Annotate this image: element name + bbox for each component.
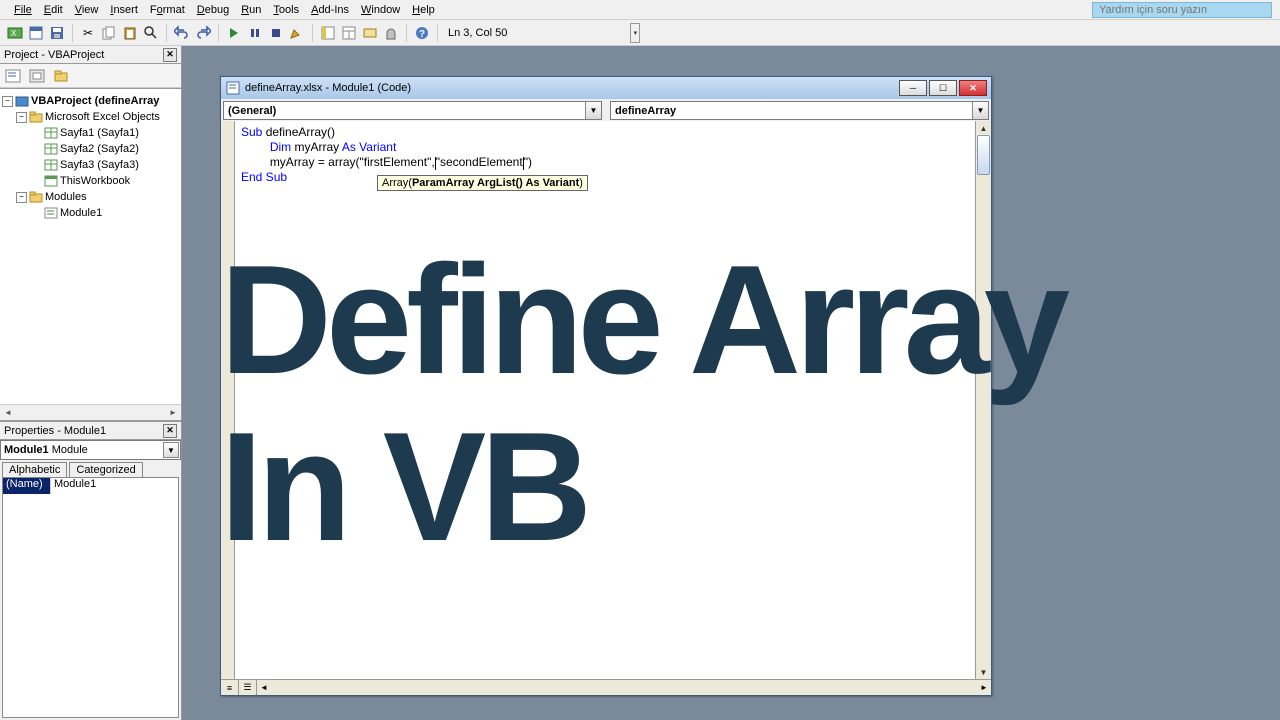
left-docking-pane: Project - VBAProject ✕ −VBAProject (defi… bbox=[0, 46, 182, 720]
copy-icon[interactable] bbox=[100, 24, 118, 42]
properties-panel-title: Properties - Module1 ✕ bbox=[0, 422, 181, 440]
project-panel-close-button[interactable]: ✕ bbox=[163, 48, 177, 62]
object-browser-icon[interactable] bbox=[361, 24, 379, 42]
menu-file[interactable]: File bbox=[8, 2, 38, 18]
toolbox-icon[interactable] bbox=[382, 24, 400, 42]
redo-icon[interactable] bbox=[194, 24, 212, 42]
project-explorer-icon[interactable] bbox=[319, 24, 337, 42]
property-value-cell[interactable]: Module1 bbox=[51, 478, 178, 494]
mdi-area: defineArray.xlsx - Module1 (Code) ─ ☐ ✕ … bbox=[182, 46, 1280, 720]
menu-format[interactable]: Format bbox=[144, 2, 191, 18]
chevron-down-icon[interactable]: ▼ bbox=[163, 442, 179, 458]
workbook-icon bbox=[44, 174, 58, 188]
svg-text:?: ? bbox=[419, 29, 425, 40]
tree-folder-excel-objects[interactable]: Microsoft Excel Objects bbox=[45, 111, 160, 123]
code-window-titlebar[interactable]: defineArray.xlsx - Module1 (Code) ─ ☐ ✕ bbox=[221, 77, 991, 99]
procedure-combo[interactable]: defineArray▼ bbox=[610, 101, 989, 120]
properties-tabs: Alphabetic Categorized bbox=[0, 460, 181, 477]
toolbar-overflow-button[interactable]: ▾ bbox=[630, 23, 640, 43]
project-toolbar bbox=[0, 64, 181, 88]
properties-panel: Properties - Module1 ✕ Module1 Module ▼ … bbox=[0, 420, 181, 720]
tree-folder-modules[interactable]: Modules bbox=[45, 191, 87, 203]
main-toolbar: X ✂ ? Ln 3, Col 50 ▾ bbox=[0, 20, 1280, 46]
help-icon[interactable]: ? bbox=[413, 24, 431, 42]
sheet-icon bbox=[44, 126, 58, 140]
module-icon bbox=[44, 206, 58, 220]
code-margin[interactable] bbox=[221, 121, 235, 679]
property-name-cell[interactable]: (Name) bbox=[3, 478, 51, 494]
tree-thisworkbook[interactable]: ThisWorkbook bbox=[60, 175, 130, 187]
tree-sheet3[interactable]: Sayfa3 (Sayfa3) bbox=[60, 159, 139, 171]
menu-run[interactable]: Run bbox=[235, 2, 267, 18]
tab-categorized[interactable]: Categorized bbox=[69, 462, 142, 477]
menu-insert[interactable]: Insert bbox=[104, 2, 144, 18]
menu-help[interactable]: Help bbox=[406, 2, 441, 18]
cursor-position-label: Ln 3, Col 50 bbox=[448, 27, 507, 39]
object-combo[interactable]: (General)▼ bbox=[223, 101, 602, 120]
properties-window-icon[interactable] bbox=[340, 24, 358, 42]
menu-tools[interactable]: Tools bbox=[267, 2, 305, 18]
project-icon bbox=[15, 94, 29, 108]
scrollbar-thumb[interactable] bbox=[977, 135, 990, 175]
code-window: defineArray.xlsx - Module1 (Code) ─ ☐ ✕ … bbox=[220, 76, 992, 696]
code-editor[interactable]: Sub defineArray() Dim myArray As Variant… bbox=[235, 121, 975, 679]
run-icon[interactable] bbox=[225, 24, 243, 42]
tree-sheet2[interactable]: Sayfa2 (Sayfa2) bbox=[60, 143, 139, 155]
menu-addins[interactable]: Add-Ins bbox=[305, 2, 355, 18]
sheet-icon bbox=[44, 142, 58, 156]
cut-icon[interactable]: ✂ bbox=[79, 24, 97, 42]
parameter-info-tooltip: Array(ParamArray ArgList() As Variant) bbox=[377, 175, 588, 191]
menu-bar: File Edit View Insert Format Debug Run T… bbox=[0, 0, 1280, 20]
folder-icon bbox=[29, 110, 43, 124]
design-mode-icon[interactable] bbox=[288, 24, 306, 42]
sheet-icon bbox=[44, 158, 58, 172]
toggle-folders-icon[interactable] bbox=[50, 66, 72, 86]
tree-sheet1[interactable]: Sayfa1 (Sayfa1) bbox=[60, 127, 139, 139]
view-code-icon[interactable] bbox=[2, 66, 24, 86]
undo-icon[interactable] bbox=[173, 24, 191, 42]
code-window-title-text: defineArray.xlsx - Module1 (Code) bbox=[245, 82, 411, 94]
full-module-view-button[interactable]: ☰ bbox=[239, 680, 257, 695]
properties-close-button[interactable]: ✕ bbox=[163, 424, 177, 438]
folder-icon bbox=[29, 190, 43, 204]
code-hscrollbar[interactable]: ◄► bbox=[257, 680, 991, 695]
procedure-view-button[interactable]: ≡ bbox=[221, 680, 239, 695]
menu-window[interactable]: Window bbox=[355, 2, 406, 18]
save-icon[interactable] bbox=[48, 24, 66, 42]
paste-icon[interactable] bbox=[121, 24, 139, 42]
maximize-button[interactable]: ☐ bbox=[929, 80, 957, 96]
help-search-input[interactable] bbox=[1092, 2, 1272, 18]
code-window-icon bbox=[225, 80, 241, 96]
svg-text:X: X bbox=[11, 29, 17, 38]
project-panel-title: Project - VBAProject ✕ bbox=[0, 46, 181, 64]
tab-alphabetic[interactable]: Alphabetic bbox=[2, 462, 67, 477]
reset-icon[interactable] bbox=[267, 24, 285, 42]
code-vscrollbar[interactable]: ▲ ▼ bbox=[975, 121, 991, 679]
project-hscrollbar[interactable]: ◄► bbox=[0, 404, 181, 420]
properties-grid[interactable]: (Name) Module1 bbox=[2, 477, 179, 718]
menu-view[interactable]: View bbox=[69, 2, 105, 18]
chevron-down-icon[interactable]: ▼ bbox=[585, 102, 601, 119]
project-panel-title-text: Project - VBAProject bbox=[4, 49, 104, 61]
properties-title-text: Properties - Module1 bbox=[4, 425, 106, 437]
close-button[interactable]: ✕ bbox=[959, 80, 987, 96]
insert-module-icon[interactable] bbox=[27, 24, 45, 42]
view-object-icon[interactable] bbox=[26, 66, 48, 86]
find-icon[interactable] bbox=[142, 24, 160, 42]
project-tree[interactable]: −VBAProject (defineArray −Microsoft Exce… bbox=[0, 88, 181, 404]
menu-edit[interactable]: Edit bbox=[38, 2, 69, 18]
tree-root-label[interactable]: VBAProject (defineArray bbox=[31, 95, 159, 107]
tree-module1[interactable]: Module1 bbox=[60, 207, 102, 219]
menu-debug[interactable]: Debug bbox=[191, 2, 235, 18]
properties-object-selector[interactable]: Module1 Module ▼ bbox=[0, 440, 181, 460]
chevron-down-icon[interactable]: ▼ bbox=[972, 102, 988, 119]
break-icon[interactable] bbox=[246, 24, 264, 42]
minimize-button[interactable]: ─ bbox=[899, 80, 927, 96]
view-excel-icon[interactable]: X bbox=[6, 24, 24, 42]
